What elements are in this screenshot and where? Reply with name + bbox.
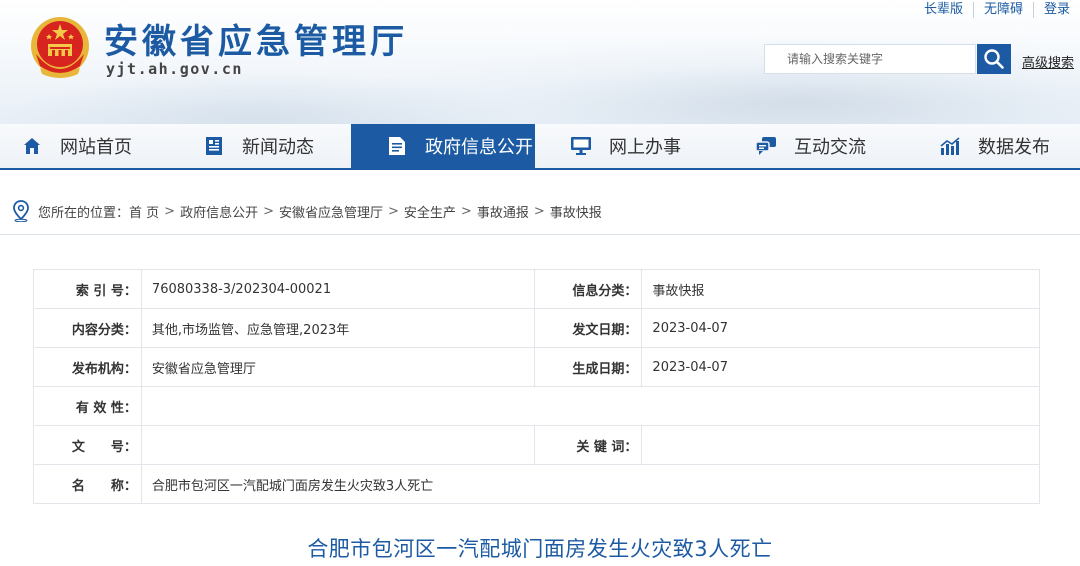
category-value: 事故快报	[641, 269, 1040, 309]
keywords-value	[641, 425, 1040, 465]
nav-item-online-service[interactable]: 网上办事	[553, 124, 719, 168]
site-domain: yjt.ah.gov.cn	[106, 60, 243, 78]
document-icon	[387, 136, 407, 156]
nav-item-interaction[interactable]: 互动交流	[738, 124, 904, 168]
nav-item-home[interactable]: 网站首页	[0, 124, 166, 168]
site-header: 安徽省应急管理厅 yjt.ah.gov.cn 长辈版 无障碍 登录 请输入搜索关…	[0, 0, 1080, 124]
table-row: 有 效 性：	[33, 386, 1041, 426]
nav-item-news[interactable]: 新闻动态	[186, 124, 352, 168]
table-row: 名 称： 合肥市包河区一汽配城门面房发生火灾致3人死亡	[33, 464, 1041, 504]
main-nav: 网站首页 新闻动态 政府信息公开 网上办事 互动交流 数据发布	[0, 124, 1080, 170]
doc-no-label: 文 号：	[33, 425, 142, 465]
breadcrumb-item-safety[interactable]: 安全生产	[404, 202, 456, 221]
nav-label: 互动交流	[794, 137, 866, 158]
nav-label: 网站首页	[60, 137, 132, 158]
publisher-value: 安徽省应急管理厅	[140, 347, 535, 387]
doc-no-value	[140, 425, 535, 465]
nav-label: 网上办事	[609, 137, 681, 158]
chat-icon	[756, 136, 776, 156]
generate-date-label: 生成日期：	[533, 347, 643, 387]
keywords-label: 关 键 词：	[533, 425, 643, 465]
newspaper-icon	[204, 136, 224, 156]
nav-label: 政府信息公开	[425, 137, 533, 158]
nav-label: 新闻动态	[242, 137, 314, 158]
breadcrumb-item-accident-flash[interactable]: 事故快报	[550, 202, 602, 221]
issue-date-value: 2023-04-07	[641, 308, 1040, 348]
breadcrumb-divider	[0, 234, 1080, 235]
nav-item-gov-info[interactable]: 政府信息公开	[351, 124, 535, 168]
site-title[interactable]: 安徽省应急管理厅	[104, 14, 408, 63]
breadcrumb-item-gov-info[interactable]: 政府信息公开	[180, 202, 258, 221]
breadcrumb-item-department[interactable]: 安徽省应急管理厅	[279, 202, 383, 221]
advanced-search-link[interactable]: 高级搜索	[1022, 52, 1074, 71]
generate-date-value: 2023-04-07	[641, 347, 1040, 387]
national-emblem-icon[interactable]	[28, 14, 92, 80]
login-link[interactable]: 登录	[1032, 2, 1080, 18]
breadcrumb-item-accident-notice[interactable]: 事故通报	[477, 202, 529, 221]
home-icon	[22, 136, 42, 156]
search-button[interactable]	[977, 44, 1011, 74]
table-row: 发布机构： 安徽省应急管理厅 生成日期： 2023-04-07	[33, 347, 1040, 387]
name-value: 合肥市包河区一汽配城门面房发生火灾致3人死亡	[140, 464, 1041, 504]
search-icon	[984, 49, 1004, 69]
name-label: 名 称：	[33, 464, 142, 504]
top-links: 长辈版 无障碍 登录	[914, 2, 1080, 18]
nav-item-data-release[interactable]: 数据发布	[922, 124, 1080, 168]
monitor-icon	[571, 136, 591, 156]
breadcrumb-separator: >	[164, 203, 176, 219]
table-row: 内容分类： 其他,市场监管、应急管理,2023年 发文日期： 2023-04-0…	[33, 308, 1040, 348]
index-value: 76080338-3/202304-00021	[140, 269, 535, 309]
index-label: 索 引 号：	[33, 269, 142, 309]
accessibility-link[interactable]: 无障碍	[972, 2, 1033, 18]
table-row: 文 号： 关 键 词：	[33, 425, 1040, 465]
info-table: 索 引 号： 76080338-3/202304-00021 信息分类： 事故快…	[33, 269, 1041, 504]
breadcrumb-separator: >	[460, 203, 472, 219]
article-title: 合肥市包河区一汽配城门面房发生火灾致3人死亡	[307, 537, 773, 561]
location-pin-icon	[13, 200, 29, 222]
table-row: 索 引 号： 76080338-3/202304-00021 信息分类： 事故快…	[33, 269, 1040, 309]
breadcrumb-separator: >	[388, 203, 399, 219]
breadcrumb-separator: >	[533, 203, 545, 219]
nav-label: 数据发布	[978, 137, 1050, 158]
content-label: 内容分类：	[33, 308, 142, 348]
breadcrumb: 您所在的位置： 首 页 > 政府信息公开 > 安徽省应急管理厅 > 安全生产 >…	[12, 200, 602, 222]
breadcrumb-prefix: 您所在的位置：	[38, 205, 130, 221]
issue-date-label: 发文日期：	[533, 308, 643, 348]
chart-icon	[940, 136, 960, 156]
validity-value	[140, 386, 1041, 426]
breadcrumb-item-home[interactable]: 首 页	[129, 202, 159, 221]
breadcrumb-separator: >	[263, 203, 274, 219]
publisher-label: 发布机构：	[33, 347, 142, 387]
search-input[interactable]: 请输入搜索关键字	[764, 44, 976, 74]
validity-label: 有 效 性：	[33, 386, 142, 426]
category-label: 信息分类：	[533, 269, 643, 309]
content-value: 其他,市场监管、应急管理,2023年	[140, 308, 535, 348]
elder-mode-link[interactable]: 长辈版	[914, 2, 973, 18]
